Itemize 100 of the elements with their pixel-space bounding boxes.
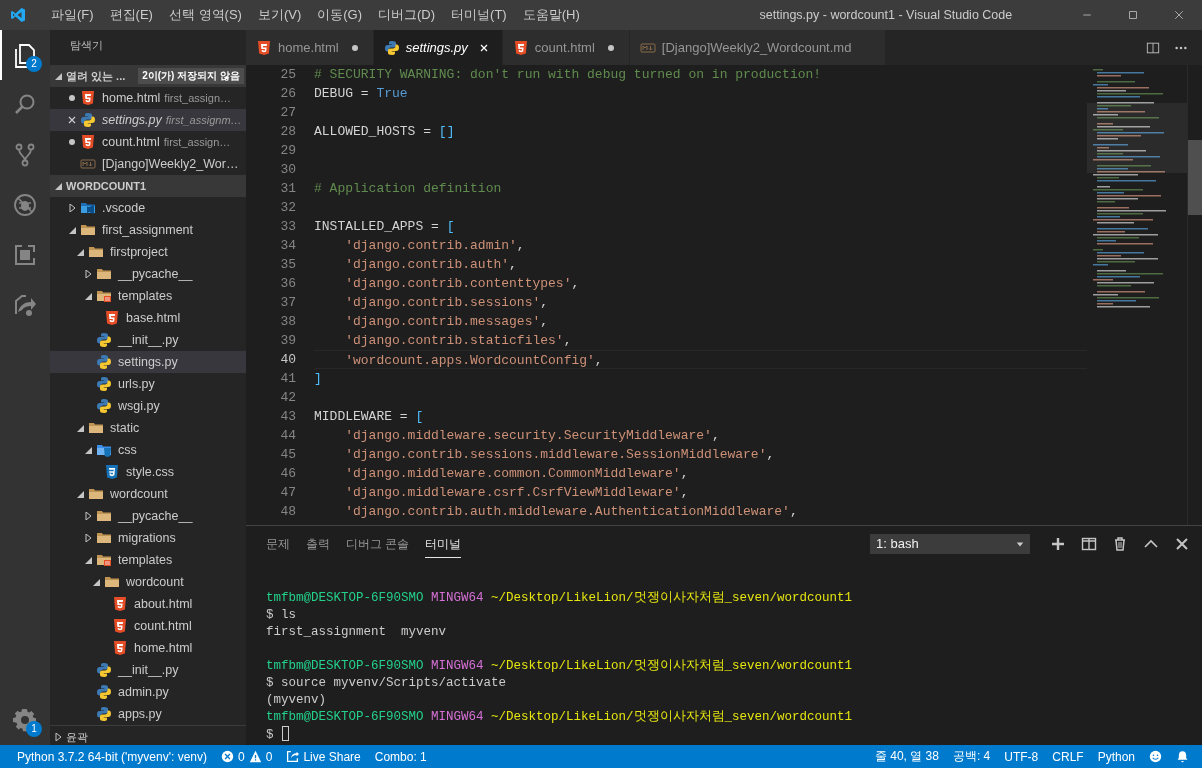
tree-item[interactable]: count.html [50, 615, 246, 637]
split-editor-icon[interactable] [1146, 40, 1160, 55]
tree-item[interactable]: static [50, 417, 246, 439]
chevron-icon[interactable] [76, 424, 84, 432]
tree-item[interactable]: settings.py [50, 351, 246, 373]
live-share-status[interactable]: Live Share [303, 749, 361, 764]
tree-item[interactable]: wsgi.py [50, 395, 246, 417]
chevron-icon[interactable] [54, 733, 62, 741]
tree-item[interactable]: wordcount [50, 483, 246, 505]
editor-tab[interactable]: [Django]Weekly2_Wordcount.md [629, 30, 887, 65]
chevron-icon[interactable] [84, 556, 92, 564]
chevron-icon[interactable] [92, 578, 100, 586]
menu-item[interactable]: 선택 영역(S) [160, 6, 250, 24]
file-name: wordcount [110, 487, 168, 501]
encoding-status[interactable]: UTF-8 [1004, 749, 1039, 764]
live-share-icon[interactable] [12, 292, 38, 318]
tree-item[interactable]: __pycache__ [50, 505, 246, 527]
chevron-icon[interactable] [84, 534, 92, 542]
tree-item[interactable]: templates [50, 549, 246, 571]
open-editor-item[interactable]: home.html first_assign… [50, 87, 246, 109]
section-header[interactable]: WORDCOUNT1 [50, 175, 246, 197]
menu-item[interactable]: 편집(E) [101, 6, 161, 24]
panel-tab[interactable]: 문제 [266, 530, 290, 557]
trash-icon[interactable] [1112, 535, 1128, 552]
chevron-icon[interactable] [76, 490, 84, 498]
error-icon[interactable] [221, 750, 234, 763]
chevron-icon[interactable] [84, 270, 92, 278]
chevron-icon[interactable] [84, 446, 92, 454]
split-terminal-icon[interactable] [1081, 535, 1097, 552]
cursor-position[interactable]: 줄 40, 열 38 [874, 748, 939, 765]
menu-item[interactable]: 보기(V) [249, 6, 310, 24]
maximize-icon[interactable] [1127, 9, 1139, 21]
tree-item[interactable]: urls.py [50, 373, 246, 395]
warning-count[interactable]: 0 [265, 749, 273, 764]
scrollbar-thumb[interactable] [1188, 140, 1202, 215]
tree-item[interactable]: templates [50, 285, 246, 307]
open-editor-item[interactable]: [Django]Weekly2_Wor… [50, 153, 246, 175]
tree-item[interactable]: __init__.py [50, 329, 246, 351]
terminal-dropdown[interactable]: 1: bash [870, 533, 1030, 554]
editor-tab[interactable]: home.html [246, 30, 374, 65]
close-icon[interactable] [66, 114, 78, 126]
panel-tab[interactable]: 출력 [306, 530, 330, 557]
tree-item[interactable]: apps.py [50, 703, 246, 725]
menu-item[interactable]: 디버그(D) [370, 6, 444, 24]
chevron-icon[interactable] [68, 226, 76, 234]
smiley-icon[interactable] [1149, 750, 1162, 763]
tree-item[interactable]: migrations [50, 527, 246, 549]
chevron-icon[interactable] [84, 292, 92, 300]
menu-item[interactable]: 파일(F) [43, 6, 102, 24]
tree-item[interactable]: firstproject [50, 241, 246, 263]
tree-item[interactable]: first_assignment [50, 219, 246, 241]
extensions-icon[interactable] [12, 242, 38, 268]
plus-icon[interactable] [1050, 535, 1066, 552]
tree-item[interactable]: css [50, 439, 246, 461]
error-count[interactable]: 0 [238, 749, 245, 764]
sidebar-title: 탐색기 [69, 38, 104, 53]
menu-item[interactable]: 터미널(T) [443, 6, 515, 24]
tree-item[interactable]: wordcount [50, 571, 246, 593]
chevron-icon[interactable] [68, 204, 76, 212]
editor-tab[interactable]: settings.py [373, 30, 503, 65]
panel-tab[interactable]: 디버그 콘솔 [346, 530, 410, 557]
python-file-icon [96, 706, 112, 722]
live-share-icon[interactable] [286, 750, 300, 763]
file-name: settings.py [118, 355, 178, 369]
tree-item[interactable]: style.css [50, 461, 246, 483]
menu-item[interactable]: 이동(G) [309, 6, 371, 24]
indentation-status[interactable]: 공백: 4 [952, 748, 991, 765]
interpreter-status[interactable]: Python 3.7.2 64-bit ('myvenv': venv) [17, 749, 207, 764]
line-ending-status[interactable]: CRLF [1052, 749, 1084, 764]
file-name: css [118, 443, 137, 457]
tree-item[interactable]: base.html [50, 307, 246, 329]
no-bug-icon[interactable] [12, 192, 38, 218]
language-status[interactable]: Python [1097, 749, 1135, 764]
tree-item[interactable]: home.html [50, 637, 246, 659]
tree-item[interactable]: __init__.py [50, 659, 246, 681]
files-icon[interactable] [12, 42, 38, 68]
combo-status[interactable]: Combo: 1 [374, 749, 427, 764]
folder-icon [80, 200, 96, 216]
chevron-icon[interactable] [84, 512, 92, 520]
tree-item[interactable]: __pycache__ [50, 263, 246, 285]
line-number: 30 [279, 161, 297, 179]
chevron-icon[interactable] [76, 248, 84, 256]
warning-icon[interactable] [248, 750, 262, 763]
chevron-icon[interactable] [54, 182, 62, 190]
tree-item[interactable]: about.html [50, 593, 246, 615]
open-editor-item[interactable]: settings.py first_assignm… [50, 109, 246, 131]
tree-item[interactable]: .vscode [50, 197, 246, 219]
chevron-icon[interactable] [54, 72, 62, 80]
file-name: __init__.py [118, 663, 179, 677]
open-editors-header[interactable]: 열려 있는 ... 2이(가) 저장되지 않음 [50, 65, 246, 87]
section-header[interactable]: 윤곽 [50, 725, 246, 745]
menu-item[interactable]: 도움말(H) [514, 6, 588, 24]
bell-icon[interactable] [1176, 750, 1189, 763]
panel-tab[interactable]: 터미널 [425, 529, 462, 558]
editor-tab[interactable]: count.html [502, 30, 630, 65]
tab-label: [Django]Weekly2_Wordcount.md [661, 40, 852, 55]
open-editor-item[interactable]: count.html first_assign… [50, 131, 246, 153]
close-icon[interactable] [1174, 535, 1190, 552]
line-number: 46 [279, 465, 297, 483]
tree-item[interactable]: admin.py [50, 681, 246, 703]
